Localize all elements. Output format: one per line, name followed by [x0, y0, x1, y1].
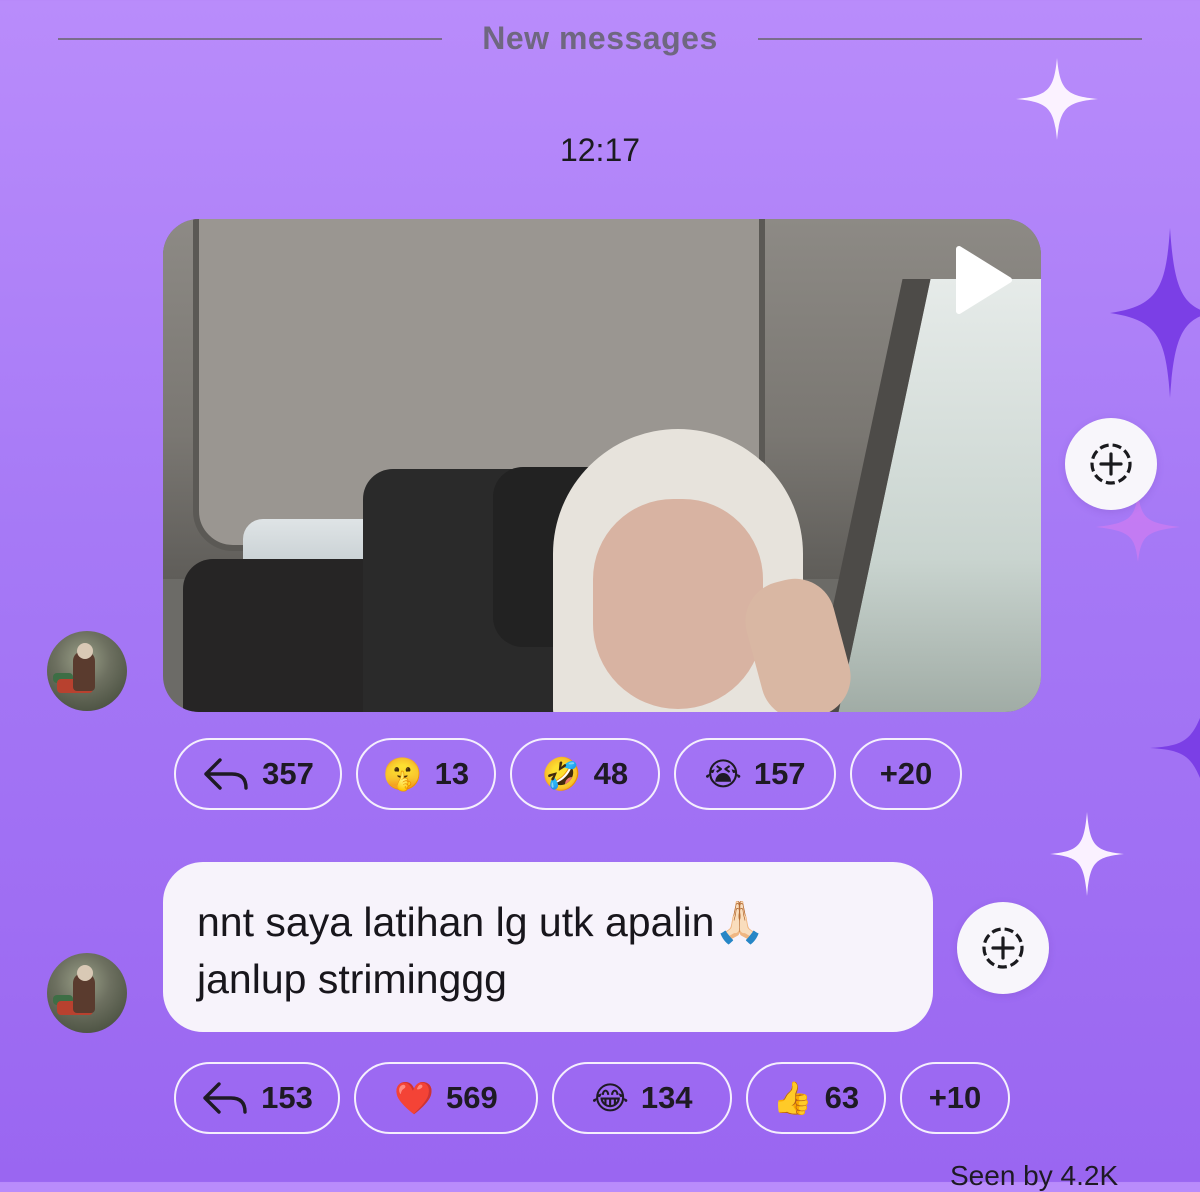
- reaction-pill[interactable]: ❤️ 569: [354, 1062, 538, 1134]
- share-button[interactable]: [957, 902, 1049, 994]
- reaction-count: 357: [262, 756, 314, 791]
- shushing-face-icon: 🤫: [382, 755, 423, 793]
- reaction-count: 134: [640, 1080, 693, 1115]
- new-messages-label: New messages: [482, 20, 718, 56]
- red-heart-icon: ❤️: [394, 1079, 435, 1117]
- reply-arrow-icon: [204, 758, 248, 790]
- reaction-count: 63: [824, 1080, 860, 1115]
- avatar[interactable]: [47, 953, 127, 1033]
- reaction-count: 153: [261, 1080, 313, 1115]
- reply-count-pill[interactable]: 357: [174, 738, 342, 810]
- sparkle-icon: [1050, 812, 1124, 896]
- thumbs-up-icon: 👍: [772, 1079, 813, 1117]
- reply-count-pill[interactable]: 153: [174, 1062, 340, 1134]
- reaction-count: 48: [593, 756, 629, 791]
- reaction-pill[interactable]: 😭 157: [674, 738, 836, 810]
- more-reactions-pill[interactable]: +10: [900, 1062, 1010, 1134]
- rofl-face-icon: 🤣: [541, 755, 582, 793]
- reaction-count: 157: [753, 756, 806, 791]
- share-plus-icon: [1090, 443, 1132, 485]
- avatar[interactable]: [47, 631, 127, 711]
- message-timestamp: 12:17: [559, 132, 641, 168]
- reaction-count: 569: [446, 1080, 498, 1115]
- divider-right: [758, 38, 1142, 40]
- reaction-count: 13: [434, 756, 470, 791]
- share-plus-icon: [982, 927, 1024, 969]
- seen-by-label[interactable]: Seen by 4.2K: [950, 1160, 1118, 1192]
- loudly-crying-face-icon: 😭: [704, 755, 742, 793]
- tears-of-joy-face-icon: 😂: [591, 1079, 629, 1117]
- text-message-bubble[interactable]: nnt saya latihan lg utk apalin🙏🏻 janlup …: [163, 862, 933, 1032]
- share-button[interactable]: [1065, 418, 1157, 510]
- message-text-line: nnt saya latihan lg utk apalin🙏🏻: [197, 899, 766, 945]
- play-icon[interactable]: [951, 245, 1013, 315]
- reaction-row: 153 ❤️ 569 😂 134 👍 63 +10: [174, 1062, 1010, 1134]
- sparkle-icon: [1016, 58, 1098, 140]
- reaction-pill[interactable]: 👍 63: [746, 1062, 886, 1134]
- reaction-row: 357 🤫 13 🤣 48 😭 157 +20: [174, 738, 962, 810]
- divider-left: [58, 38, 442, 40]
- reply-arrow-icon: [203, 1082, 247, 1114]
- reaction-count: +10: [928, 1080, 982, 1115]
- more-reactions-pill[interactable]: +20: [850, 738, 962, 810]
- reaction-pill[interactable]: 🤫 13: [356, 738, 496, 810]
- reaction-pill[interactable]: 😂 134: [552, 1062, 732, 1134]
- message-text-line: janlup striminggg: [197, 956, 507, 1002]
- video-message[interactable]: [163, 219, 1041, 712]
- sparkle-icon: [1110, 228, 1200, 398]
- sparkle-icon: [1150, 718, 1200, 778]
- reaction-pill[interactable]: 🤣 48: [510, 738, 660, 810]
- reaction-count: +20: [879, 756, 933, 791]
